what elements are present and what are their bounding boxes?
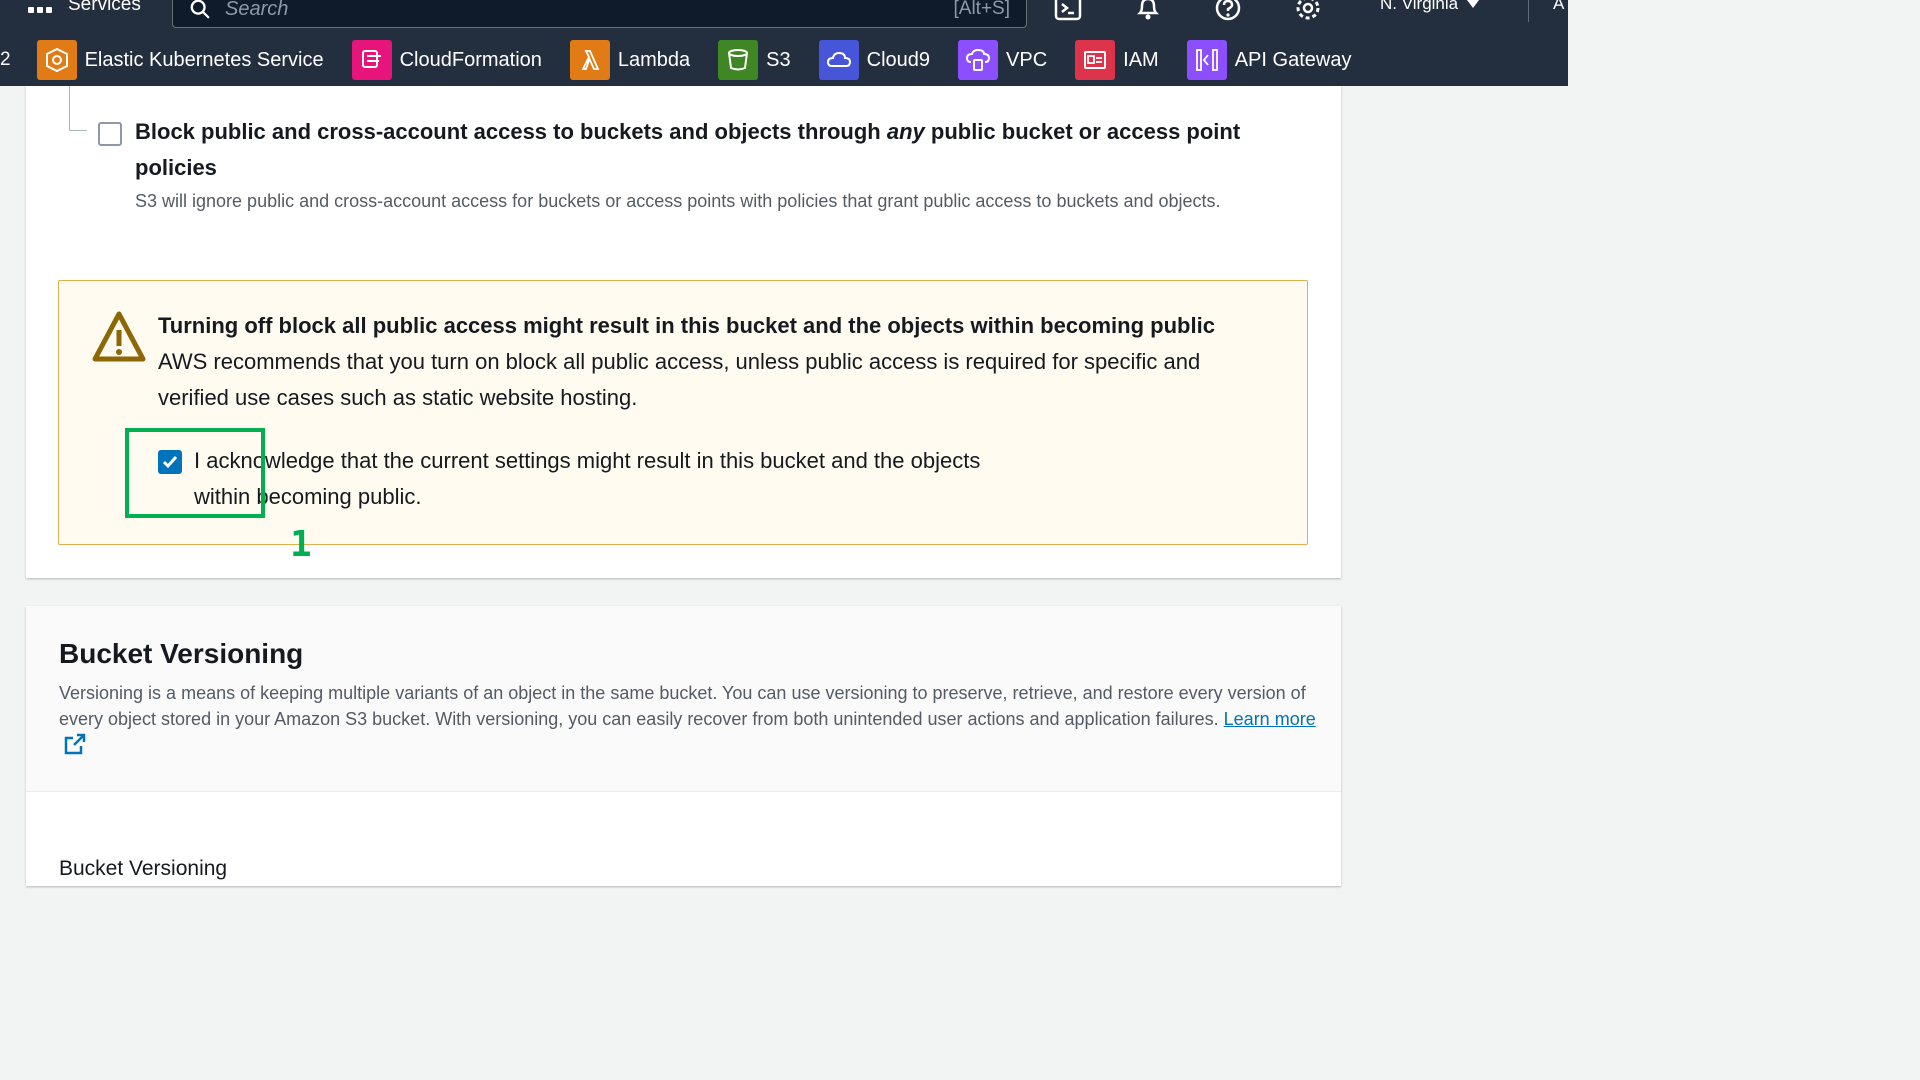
top-navigation-bar: Services Search [Alt+S] N. Virginia A 2 … — [0, 0, 1568, 86]
favorite-iam[interactable]: IAM — [1075, 40, 1159, 80]
services-menu-button[interactable]: Services — [28, 0, 141, 16]
title-part: Block public and cross-account access to… — [135, 119, 887, 144]
favorite-lambda[interactable]: Lambda — [569, 40, 691, 80]
api-gateway-icon — [1186, 40, 1227, 80]
favorite-label: Elastic Kubernetes Service — [84, 48, 324, 71]
favorites-bar: 2 Elastic Kubernetes Service CloudFormat… — [0, 40, 1379, 80]
notifications-bell-icon[interactable] — [1133, 0, 1163, 22]
favorite-label: VPC — [1006, 48, 1048, 71]
s3-icon — [718, 40, 759, 80]
services-label: Services — [68, 0, 141, 15]
tree-connector-line — [69, 130, 87, 131]
grid-menu-icon — [28, 0, 56, 16]
search-shortcut-hint: [Alt+S] — [953, 0, 1011, 19]
search-input[interactable]: Search [Alt+S] — [172, 0, 1027, 28]
region-label: N. Virginia — [1380, 0, 1459, 13]
favorite-label: Lambda — [617, 48, 691, 71]
bucket-versioning-field-label: Bucket Versioning — [59, 857, 228, 880]
description-text: Versioning is a means of keeping multipl… — [59, 683, 1306, 729]
region-selector[interactable]: N. Virginia — [1380, 0, 1480, 14]
favorite-eks[interactable]: Elastic Kubernetes Service — [36, 40, 324, 80]
account-menu[interactable]: A — [1528, 0, 1564, 22]
tree-connector-line — [69, 86, 70, 131]
settings-gear-icon[interactable] — [1293, 0, 1323, 22]
caret-down-icon — [1467, 0, 1480, 8]
cloud9-icon — [818, 40, 859, 80]
iam-icon — [1075, 40, 1116, 80]
annotation-number: 1 — [290, 524, 312, 565]
block-any-policies-checkbox[interactable] — [98, 122, 122, 146]
external-link-icon[interactable] — [63, 732, 87, 756]
annotation-highlight-box — [125, 428, 265, 518]
favorite-cloud9[interactable]: Cloud9 — [818, 40, 931, 80]
block-any-policies-title: Block public and cross-account access to… — [135, 114, 1265, 186]
search-placeholder: Search — [225, 0, 289, 20]
cloudshell-icon[interactable] — [1053, 0, 1083, 22]
acknowledge-label[interactable]: I acknowledge that the current settings … — [194, 443, 994, 515]
favorite-vpc[interactable]: VPC — [958, 40, 1047, 80]
favorite-label: S3 — [766, 48, 791, 71]
favorite-label: IAM — [1123, 48, 1159, 71]
search-icon — [190, 0, 210, 19]
warning-body: AWS recommends that you turn on block al… — [158, 349, 1201, 410]
favorite-label: CloudFormation — [399, 48, 542, 71]
header-icons — [1053, 0, 1323, 22]
warning-title: Turning off block all public access migh… — [158, 313, 1215, 338]
top-row: Services Search [Alt+S] N. Virginia A — [0, 0, 1568, 30]
favorite-label: Cloud9 — [866, 48, 931, 71]
bucket-versioning-description: Versioning is a means of keeping multipl… — [59, 680, 1319, 758]
favorite-api-gateway[interactable]: API Gateway — [1186, 40, 1352, 80]
cloudformation-icon — [351, 40, 392, 80]
favorite-label: API Gateway — [1234, 48, 1352, 71]
favorite-cut-item[interactable]: 2 — [0, 49, 11, 71]
warning-triangle-icon — [92, 311, 146, 362]
eks-icon — [36, 40, 77, 80]
learn-more-link[interactable]: Learn more — [1224, 709, 1316, 729]
title-emphasis: any — [886, 119, 925, 144]
lambda-icon — [569, 40, 610, 80]
vpc-icon — [958, 40, 999, 80]
help-icon[interactable] — [1213, 0, 1243, 22]
favorite-s3[interactable]: S3 — [718, 40, 791, 80]
bucket-versioning-title: Bucket Versioning — [59, 638, 304, 669]
account-label: A — [1553, 0, 1565, 13]
block-any-policies-description: S3 will ignore public and cross-account … — [135, 191, 1221, 211]
favorite-cloudformation[interactable]: CloudFormation — [351, 40, 542, 80]
